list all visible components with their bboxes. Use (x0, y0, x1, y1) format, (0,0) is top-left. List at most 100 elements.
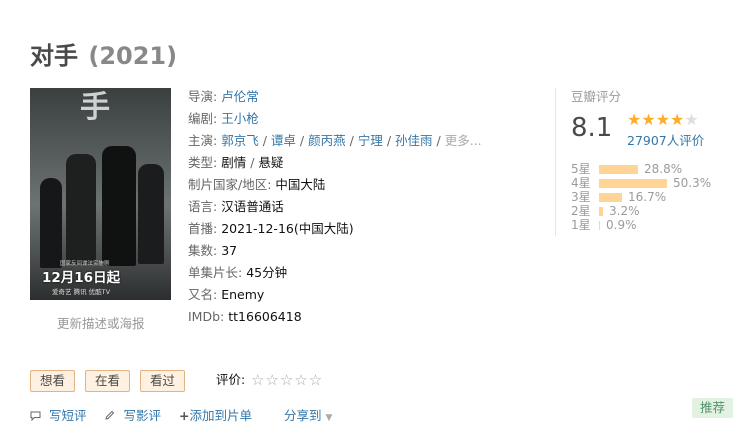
runtime-value: 45分钟 (246, 265, 288, 280)
writer-link[interactable]: 王小枪 (221, 111, 259, 126)
rating-dist-bar (599, 179, 667, 188)
aka-row: 又名: Enemy (188, 284, 538, 306)
rating-dist-label: 2星 (571, 204, 591, 218)
director-row: 导演: 卢伦常 (188, 86, 538, 108)
region-row: 制片国家/地区: 中国大陆 (188, 174, 538, 196)
title-year: (2021) (88, 42, 178, 70)
rating-dist-percent: 3.2% (609, 204, 640, 218)
short-review-link[interactable]: 写短评 (30, 405, 87, 424)
genre-value: 悬疑 (258, 155, 284, 170)
add-to-list-label: 添加到片单 (189, 408, 252, 423)
writer-label: 编剧: (188, 111, 218, 126)
rating-panel: 豆瓣评分 8.1 ★★★★★ 27907人评价 5星 28.8% 4星 50.3% 3星… (571, 86, 731, 232)
language-value: 汉语普通话 (221, 199, 284, 214)
add-to-list-link[interactable]: +添加到片单 (179, 405, 252, 424)
rating-label: 豆瓣评分 (571, 89, 622, 104)
star-filled-icon: ★ (655, 110, 671, 129)
premiere-value: 2021-12-16(中国大陆) (221, 221, 354, 236)
cast-label: 主演: (188, 133, 218, 148)
update-poster-link[interactable]: 更新描述或海报 (57, 313, 145, 332)
rating-dist-row: 4星 50.3% (571, 176, 740, 190)
rating-dist-percent: 16.7% (628, 190, 667, 204)
imdb-value: tt16606418 (228, 309, 302, 324)
rating-people-link[interactable]: 27907人评价 (627, 130, 704, 149)
cast-more-link[interactable]: 更多... (445, 133, 482, 148)
region-value: 中国大陆 (275, 177, 326, 192)
poster-image[interactable]: 手 国家反间谍法实施剧 12月16日起 爱奇艺 腾讯 优酷TV (30, 88, 171, 300)
episodes-row: 集数: 37 (188, 240, 538, 262)
runtime-label: 单集片长: (188, 265, 243, 280)
title-main: 对手 (30, 42, 78, 70)
pencil-icon (104, 408, 119, 423)
watching-button[interactable]: 在看 (85, 370, 131, 392)
cast-link[interactable]: 郭京飞 (221, 133, 259, 148)
poster-date: 12月16日起 (42, 270, 121, 286)
poster-figure (66, 154, 96, 264)
cast-link[interactable]: 颜丙燕 (308, 133, 346, 148)
ops-bar: 写短评 写影评 +添加到片单 分享到 ▼ (30, 405, 332, 424)
rating-dist-percent: 28.8% (644, 162, 683, 176)
imdb-label: IMDb: (188, 309, 225, 324)
language-label: 语言: (188, 199, 218, 214)
premiere-row: 首播: 2021-12-16(中国大陆) (188, 218, 538, 240)
rating-dist-label: 5星 (571, 162, 591, 176)
imdb-row: IMDb: tt16606418 (188, 306, 538, 328)
region-label: 制片国家/地区: (188, 177, 272, 192)
poster-brands: 爱奇艺 腾讯 优酷TV (52, 288, 111, 296)
genre-label: 类型: (188, 155, 218, 170)
rating-dist-percent: 0.9% (606, 218, 637, 232)
premiere-label: 首播: (188, 221, 218, 236)
rate-stars-input[interactable]: ☆☆☆☆☆ (251, 370, 323, 390)
divider (555, 88, 556, 236)
star-empty-icon: ★ (684, 110, 699, 129)
action-buttons: 想看 在看 看过 (30, 370, 191, 392)
comment-icon (30, 408, 45, 423)
episodes-value: 37 (221, 243, 238, 258)
plus-icon: + (178, 408, 190, 423)
poster-figure (138, 164, 164, 264)
info-panel: 导演: 卢伦常 编剧: 王小枪 主演: 郭京飞 / 谭卓 / 颜丙燕 / 宁理 … (188, 86, 538, 328)
cast-link[interactable]: 谭卓 (271, 133, 296, 148)
rating-distribution: 5星 28.8% 4星 50.3% 3星 16.7% 2星 3.2% 1星 0.9% (571, 162, 740, 232)
share-label: 分享到 (283, 408, 322, 423)
genre-row: 类型: 剧情 / 悬疑 (188, 155, 284, 170)
share-dropdown[interactable]: 分享到 ▼ (284, 408, 332, 423)
aka-label: 又名: (188, 287, 218, 302)
rating-dist-bar (599, 165, 638, 174)
review-label: 写影评 (123, 408, 161, 423)
want-to-watch-button[interactable]: 想看 (30, 370, 76, 392)
poster-figure (40, 178, 62, 268)
rating-dist-label: 4星 (571, 176, 591, 190)
rating-dist-label: 3星 (571, 190, 591, 204)
poster-logo: 手 (80, 90, 110, 125)
rating-dist-row: 1星 0.9% (571, 218, 740, 232)
writer-row: 编剧: 王小枪 (188, 108, 538, 130)
rating-dist-bar (599, 207, 603, 216)
rating-stars: ★★★★★ (627, 110, 699, 129)
star-filled-icon: ★ (641, 110, 656, 129)
caret-down-icon: ▼ (325, 413, 333, 423)
language-row: 语言: 汉语普通话 (188, 196, 538, 218)
rate-label: 评价: (216, 372, 246, 387)
rating-dist-bar (599, 193, 622, 202)
cast-link[interactable]: 孙佳雨 (395, 133, 433, 148)
poster-figure (102, 146, 136, 266)
short-review-label: 写短评 (48, 408, 87, 423)
episodes-label: 集数: (188, 243, 218, 258)
rating-dist-percent: 50.3% (673, 176, 712, 190)
star-filled-icon: ★ (670, 110, 685, 129)
page-title: 对手 (2021) (30, 36, 177, 71)
review-link[interactable]: 写影评 (104, 405, 161, 424)
star-filled-icon: ★ (627, 110, 642, 129)
director-link[interactable]: 卢伦常 (221, 89, 259, 104)
cast-link[interactable]: 宁理 (358, 133, 383, 148)
rating-dist-bar (599, 221, 600, 230)
rating-dist-row: 3星 16.7% (571, 190, 740, 204)
recommend-button[interactable]: 推荐 (692, 398, 734, 418)
watched-button[interactable]: 看过 (140, 370, 186, 392)
director-label: 导演: (188, 89, 218, 104)
genre-value: 剧情 (221, 155, 247, 170)
cast-row: 主演: 郭京飞 / 谭卓 / 颜丙燕 / 宁理 / 孙佳雨 / 更多... (188, 133, 482, 148)
aka-value: Enemy (221, 287, 265, 302)
runtime-row: 单集片长: 45分钟 (188, 262, 538, 284)
